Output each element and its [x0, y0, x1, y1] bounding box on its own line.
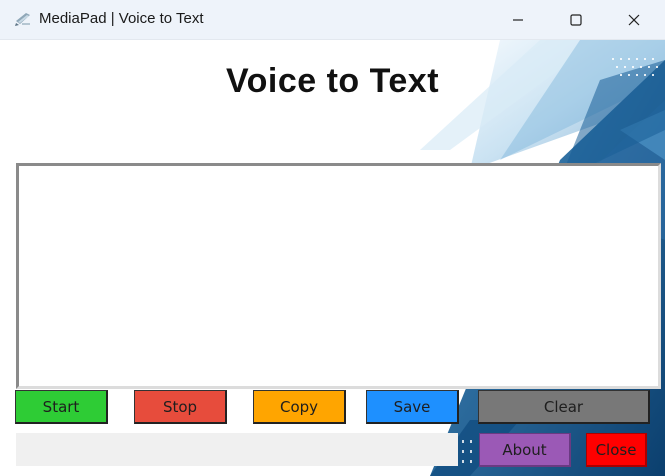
title-bar[interactable]: MediaPad | Voice to Text — [0, 0, 665, 40]
maximize-button[interactable] — [553, 0, 599, 39]
maximize-icon — [570, 13, 582, 26]
close-window-button[interactable] — [611, 0, 657, 39]
window-title: MediaPad | Voice to Text — [39, 10, 204, 27]
close-icon — [628, 14, 640, 25]
minimize-icon — [513, 18, 523, 21]
clear-button[interactable]: Clear — [478, 390, 650, 424]
stop-button[interactable]: Stop — [134, 390, 227, 424]
app-icon — [14, 11, 32, 27]
minimize-button[interactable] — [495, 0, 541, 39]
save-button[interactable]: Save — [366, 390, 459, 424]
page-title: Voice to Text — [225, 62, 440, 100]
status-bar — [16, 433, 458, 466]
transcript-textarea[interactable] — [16, 163, 661, 389]
close-button[interactable]: Close — [586, 433, 647, 467]
about-button[interactable]: About — [479, 433, 571, 467]
copy-button[interactable]: Copy — [253, 390, 346, 424]
app-window: MediaPad | Voice to Text Voice to Text S… — [0, 0, 665, 476]
start-button[interactable]: Start — [15, 390, 108, 424]
